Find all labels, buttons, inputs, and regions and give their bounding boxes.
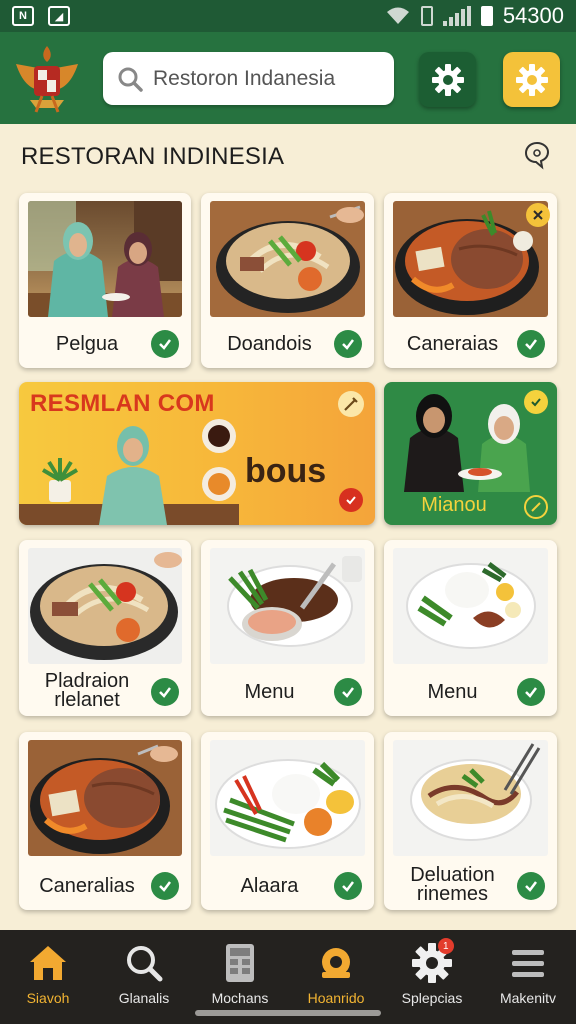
dish-label: Deluation rinemes (394, 865, 511, 905)
check-icon (151, 678, 179, 706)
favorite-check-icon[interactable] (339, 488, 363, 512)
menu-grid-icon (226, 944, 254, 982)
settings-button[interactable] (419, 52, 476, 107)
search-icon (127, 946, 163, 982)
nav-item-search[interactable]: Glanalis (96, 930, 192, 1024)
settings-gear-icon (515, 63, 548, 96)
nav-label: Splepcias (401, 990, 463, 1006)
banner-illustration (19, 419, 239, 525)
app-notification-icon: N (12, 6, 34, 26)
notification-badge: 1 (437, 938, 454, 954)
dish-label: Menu (427, 681, 478, 703)
check-icon (334, 872, 362, 900)
banner-big-text: bous (245, 452, 327, 490)
chat-badge-icon[interactable] (522, 140, 552, 170)
dish-card-caneraias[interactable]: Caneraias (384, 193, 557, 368)
dish-card-pelgua[interactable]: Pelgua (19, 193, 191, 368)
wifi-icon (386, 7, 409, 24)
home-icon (30, 946, 66, 980)
dish-photo (28, 201, 182, 317)
dish-label: Pladraion rlelanet (29, 671, 145, 711)
home-indicator[interactable] (195, 1010, 381, 1016)
hamburger-icon (512, 950, 544, 977)
page-title: RESTORAN INDINESIA (21, 143, 285, 170)
nav-label: Siavoh (26, 990, 70, 1006)
check-icon (151, 330, 179, 358)
nav-item-more[interactable]: Makenitv (480, 930, 576, 1024)
dish-label: Alaara (240, 875, 299, 897)
promo-card-mianou[interactable]: Mianou (384, 382, 557, 525)
banner-headline: RESMLAN COM (30, 390, 215, 417)
nav-item-home[interactable]: Siavoh (0, 930, 96, 1024)
check-icon (151, 872, 179, 900)
search-field[interactable]: Restoron Indanesia (103, 52, 394, 105)
status-bar: N ◢ 54300 (0, 0, 576, 32)
dish-label: Pelgua (55, 333, 119, 355)
check-badge-icon (524, 390, 548, 414)
dish-card-pladraion[interactable]: Pladraion rlelanet (19, 540, 191, 716)
dish-label: Menu (244, 681, 295, 703)
nav-item-specials[interactable]: 1 Splepcias (384, 930, 480, 1024)
food-bowl-icon (322, 948, 350, 978)
search-icon (118, 67, 143, 92)
gear-icon (431, 63, 464, 96)
nav-label: Mochans (211, 990, 269, 1006)
close-icon[interactable] (526, 203, 550, 227)
dish-photo (210, 201, 365, 317)
dish-card-menu-soup[interactable]: Menu (201, 540, 374, 716)
promo-name: Mianou (421, 494, 487, 516)
dish-label-line2: rinemes (416, 883, 489, 905)
dish-card-menu-rice[interactable]: Menu (384, 540, 557, 716)
dish-photo (393, 548, 548, 664)
image-notification-icon: ◢ (48, 6, 70, 26)
dish-photo (210, 548, 365, 664)
promo-banner[interactable]: RESMLAN COM bous (19, 382, 375, 525)
signal-icon (442, 6, 471, 26)
check-icon (517, 678, 545, 706)
check-icon (517, 330, 545, 358)
dish-label: Doandois (227, 333, 312, 355)
dish-photo (210, 740, 365, 856)
garuda-emblem-icon (16, 46, 78, 113)
dish-photo (393, 740, 548, 856)
status-time: 54300 (502, 3, 564, 28)
edit-icon[interactable] (337, 390, 365, 418)
dish-card-caneralias[interactable]: Caneralias (19, 732, 191, 910)
dish-label-line2: rlelanet (54, 689, 120, 711)
dish-photo (28, 740, 182, 856)
nav-label: Makenitv (499, 990, 557, 1006)
sim-icon (420, 6, 433, 26)
edit-icon[interactable] (524, 495, 548, 519)
dish-card-doandois[interactable]: Doandois (201, 193, 374, 368)
battery-icon (480, 6, 493, 26)
nav-label: Glanalis (118, 990, 170, 1006)
dish-card-alaara[interactable]: Alaara (201, 732, 374, 910)
check-icon (334, 330, 362, 358)
preferences-button[interactable] (503, 52, 560, 107)
check-icon (334, 678, 362, 706)
dish-label: Caneraias (406, 333, 499, 355)
check-icon (517, 872, 545, 900)
dish-card-deluation[interactable]: Deluation rinemes (384, 732, 557, 910)
app-header: Restoron Indanesia (0, 32, 576, 124)
search-input[interactable]: Restoron Indanesia (153, 67, 335, 91)
nav-label: Hoanrido (307, 990, 365, 1006)
dish-photo (28, 548, 182, 664)
dish-label: Caneralias (39, 875, 135, 897)
dish-photo (393, 201, 548, 317)
